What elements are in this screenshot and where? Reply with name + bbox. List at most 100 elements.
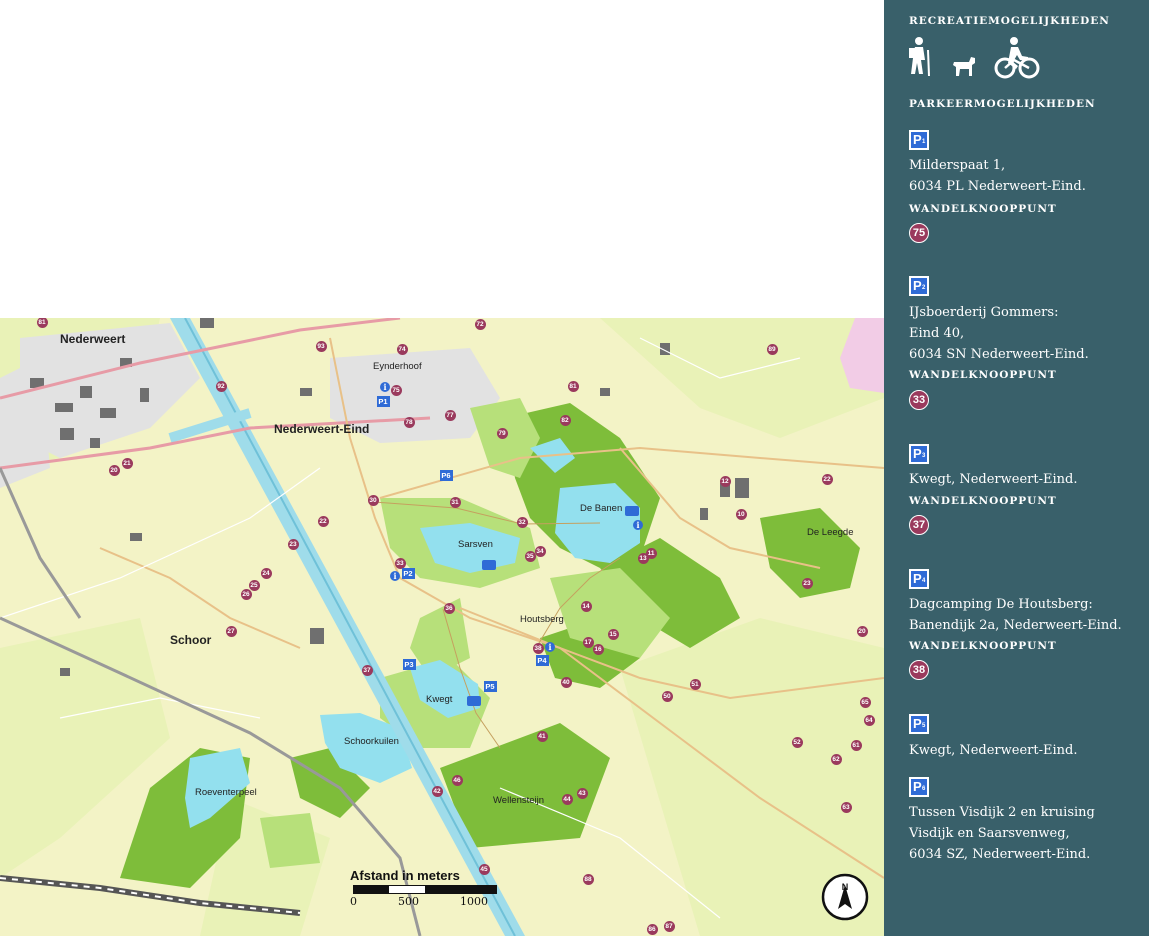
parking-marker[interactable]: P3 (402, 658, 416, 670)
info-icon[interactable]: i (390, 571, 400, 581)
scale-bar-graphic (353, 885, 497, 894)
place-label: Schoor (170, 633, 212, 647)
parking-badge-p1: P1 (909, 130, 929, 150)
walking-node-heading: WANDELKNOOPPUNT (909, 495, 1057, 507)
walking-node[interactable]: 81 (36, 318, 48, 328)
walking-node-heading: WANDELKNOOPPUNT (909, 369, 1057, 381)
place-label: Nederweert (60, 332, 126, 346)
place-label: De Leegde (807, 527, 854, 538)
parking-address: Tussen Visdijk 2 en kruising Visdijk en … (909, 805, 1095, 862)
scale-tick: 500 (398, 895, 419, 908)
walking-node-badge: 33 (909, 390, 929, 410)
walking-node[interactable]: 40 (560, 676, 572, 688)
walking-node[interactable]: 87 (663, 920, 675, 932)
walking-node[interactable]: 82 (559, 414, 571, 426)
walking-node[interactable]: 27 (225, 625, 237, 637)
walking-node[interactable]: 20 (856, 625, 868, 637)
parking-address: IJsboerderij Gommers: Eind 40, 6034 SN N… (909, 305, 1089, 362)
walking-node-badge: 38 (909, 660, 929, 680)
parking-marker[interactable]: P1 (376, 395, 390, 407)
parking-badge-p6: P6 (909, 777, 929, 797)
walking-node[interactable]: 37 (361, 664, 373, 676)
parking-marker[interactable]: P2 (401, 567, 415, 579)
info-panel: RECREATIEMOGELIJKHEDEN PARKEERMOGELIJKHE… (884, 0, 1149, 936)
place-label: Roeventerpeel (195, 787, 257, 798)
hiking-icon (907, 36, 933, 80)
walking-node[interactable]: 14 (580, 600, 592, 612)
scale-title: Afstand in meters (350, 868, 460, 883)
north-label: N (842, 882, 849, 892)
walking-node[interactable]: 16 (592, 643, 604, 655)
parking-marker[interactable]: P4 (535, 654, 549, 666)
walking-node[interactable]: 25 (248, 579, 260, 591)
map-graphics (0, 318, 884, 936)
walking-node[interactable]: 32 (516, 516, 528, 528)
walking-node[interactable]: 52 (791, 736, 803, 748)
walking-node[interactable]: 81 (567, 380, 579, 392)
walking-node[interactable]: 65 (859, 696, 871, 708)
walking-node[interactable]: 46 (451, 774, 463, 786)
walking-node[interactable]: 22 (317, 515, 329, 527)
parking-address: Dagcamping De Houtsberg: Banendijk 2a, N… (909, 597, 1122, 633)
walking-node[interactable]: 43 (576, 787, 588, 799)
info-icon[interactable]: i (380, 382, 390, 392)
walking-node[interactable]: 20 (108, 464, 120, 476)
walking-node[interactable]: 74 (396, 343, 408, 355)
recreation-heading: RECREATIEMOGELIJKHEDEN (909, 15, 1110, 27)
walking-node[interactable]: 42 (431, 785, 443, 797)
map[interactable]: Nederweert Nederweert-Eind Schoor Eynder… (0, 318, 884, 936)
picnic-icon (482, 560, 496, 570)
walking-node[interactable]: 88 (582, 873, 594, 885)
cycling-icon (994, 36, 1040, 84)
walking-node[interactable]: 62 (830, 753, 842, 765)
walking-node[interactable]: 38 (532, 642, 544, 654)
walking-node[interactable]: 61 (850, 739, 862, 751)
walking-node[interactable]: 93 (315, 340, 327, 352)
walking-node[interactable]: 79 (496, 427, 508, 439)
walking-node-heading: WANDELKNOOPPUNT (909, 203, 1057, 215)
place-label: Sarsven (458, 539, 493, 550)
info-icon[interactable]: i (633, 520, 643, 530)
walking-node[interactable]: 30 (367, 494, 379, 506)
walking-node[interactable]: 23 (287, 538, 299, 550)
walking-node[interactable]: 31 (449, 496, 461, 508)
info-icon[interactable]: i (545, 642, 555, 652)
parking-badge-p4: P4 (909, 569, 929, 589)
north-arrow-icon: N (821, 873, 869, 921)
walking-node[interactable]: 10 (735, 508, 747, 520)
walking-node[interactable]: 89 (766, 343, 778, 355)
walking-node[interactable]: 72 (474, 318, 486, 330)
walking-node[interactable]: 24 (260, 567, 272, 579)
walking-node[interactable]: 50 (661, 690, 673, 702)
parking-marker[interactable]: P6 (439, 469, 453, 481)
walking-node[interactable]: 17 (582, 636, 594, 648)
walking-node[interactable]: 12 (719, 475, 731, 487)
scale-bar: Afstand in meters 0 500 1000 (350, 868, 497, 908)
walking-node[interactable]: 22 (821, 473, 833, 485)
walking-node[interactable]: 35 (524, 550, 536, 562)
walking-node[interactable]: 41 (536, 730, 548, 742)
parking-marker[interactable]: P5 (483, 680, 497, 692)
walking-node[interactable]: 15 (607, 628, 619, 640)
walking-node[interactable]: 92 (215, 380, 227, 392)
walking-node[interactable]: 77 (444, 409, 456, 421)
walking-node[interactable]: 75 (390, 384, 402, 396)
place-label: Kwegt (426, 694, 453, 705)
walking-node[interactable]: 23 (801, 577, 813, 589)
walking-node[interactable]: 64 (863, 714, 875, 726)
walking-node[interactable]: 34 (534, 545, 546, 557)
parking-badge-p5: P5 (909, 714, 929, 734)
walking-node[interactable]: 36 (443, 602, 455, 614)
walking-node[interactable]: 51 (689, 678, 701, 690)
walking-node[interactable]: 78 (403, 416, 415, 428)
walking-node[interactable]: 26 (240, 588, 252, 600)
walking-node[interactable]: 63 (840, 801, 852, 813)
walking-node[interactable]: 21 (121, 457, 133, 469)
walking-node[interactable]: 44 (561, 793, 573, 805)
walking-node[interactable]: 86 (646, 923, 658, 935)
place-label: De Banen (580, 503, 623, 514)
place-label: Schoorkuilen (344, 736, 399, 747)
walking-node-badge: 75 (909, 223, 929, 243)
walking-node[interactable]: 11 (645, 547, 657, 559)
walking-node-badge: 37 (909, 515, 929, 535)
